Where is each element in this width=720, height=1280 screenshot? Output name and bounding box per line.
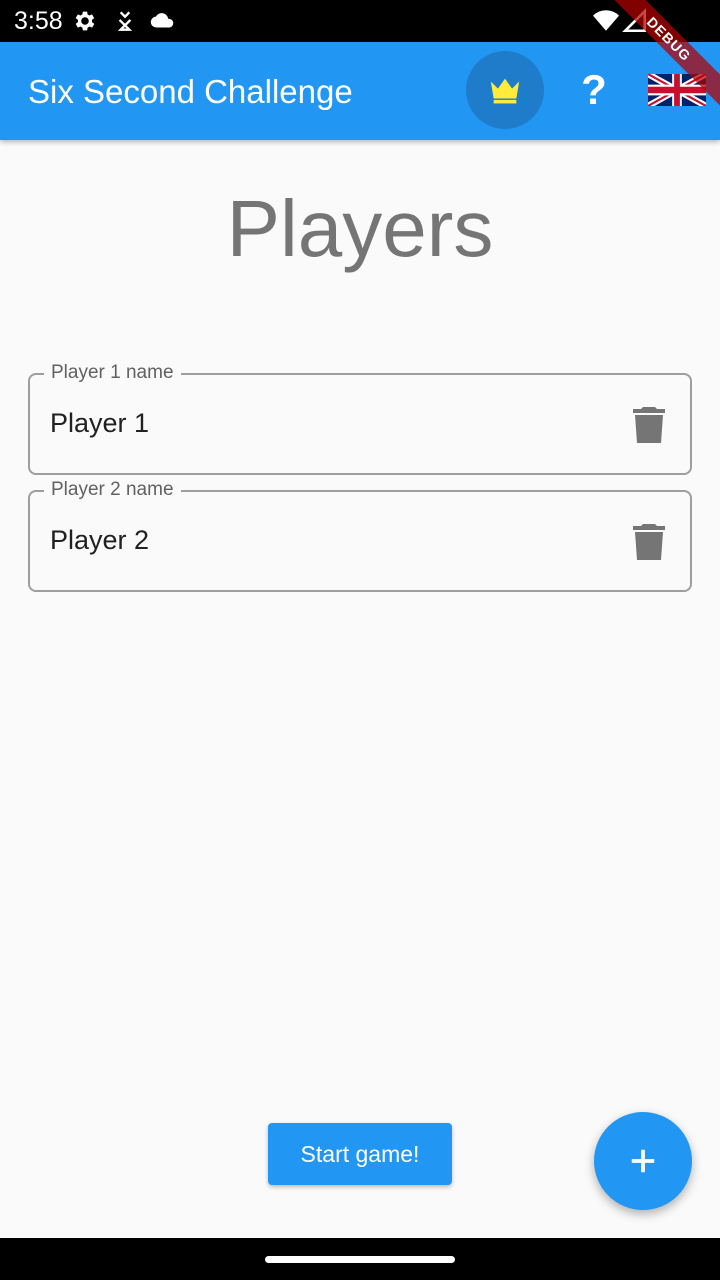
status-bar: 3:58	[0, 0, 720, 42]
cell-signal-icon	[622, 8, 648, 34]
player-name-value[interactable]: Player 1	[50, 405, 149, 441]
help-button[interactable]: ?	[568, 62, 620, 118]
player-name-field[interactable]: Player 2 name Player 2	[28, 478, 692, 592]
cloud-icon	[148, 8, 176, 34]
trash-icon	[633, 407, 665, 443]
help-icon: ?	[581, 66, 607, 113]
status-time: 3:58	[14, 7, 63, 35]
player-name-value[interactable]: Player 2	[50, 522, 149, 558]
page-heading: Players	[226, 184, 494, 273]
navigation-bar	[0, 1238, 720, 1280]
app-title: Six Second Challenge	[28, 73, 353, 110]
wifi-icon	[592, 8, 620, 34]
start-game-label: Start game!	[300, 1140, 420, 1167]
home-handle[interactable]	[265, 1256, 455, 1263]
app-bar: Six Second Challenge ?	[0, 42, 720, 140]
leaderboard-button[interactable]	[466, 51, 544, 129]
player-name-field[interactable]: Player 1 name Player 1	[28, 361, 692, 475]
add-player-button[interactable]	[594, 1112, 692, 1210]
player-name-label: Player 2 name	[44, 478, 181, 502]
start-game-button[interactable]: Start game!	[268, 1123, 452, 1185]
settings-icon	[72, 8, 98, 34]
player-name-label: Player 1 name	[44, 361, 181, 385]
delete-player-button[interactable]	[630, 522, 668, 562]
language-button[interactable]	[648, 74, 706, 106]
crown-icon	[490, 78, 520, 104]
download-badge-icon	[112, 8, 138, 34]
trash-icon	[633, 524, 665, 560]
plus-icon	[631, 1149, 655, 1173]
uk-flag-icon	[648, 74, 706, 106]
delete-player-button[interactable]	[630, 405, 668, 445]
